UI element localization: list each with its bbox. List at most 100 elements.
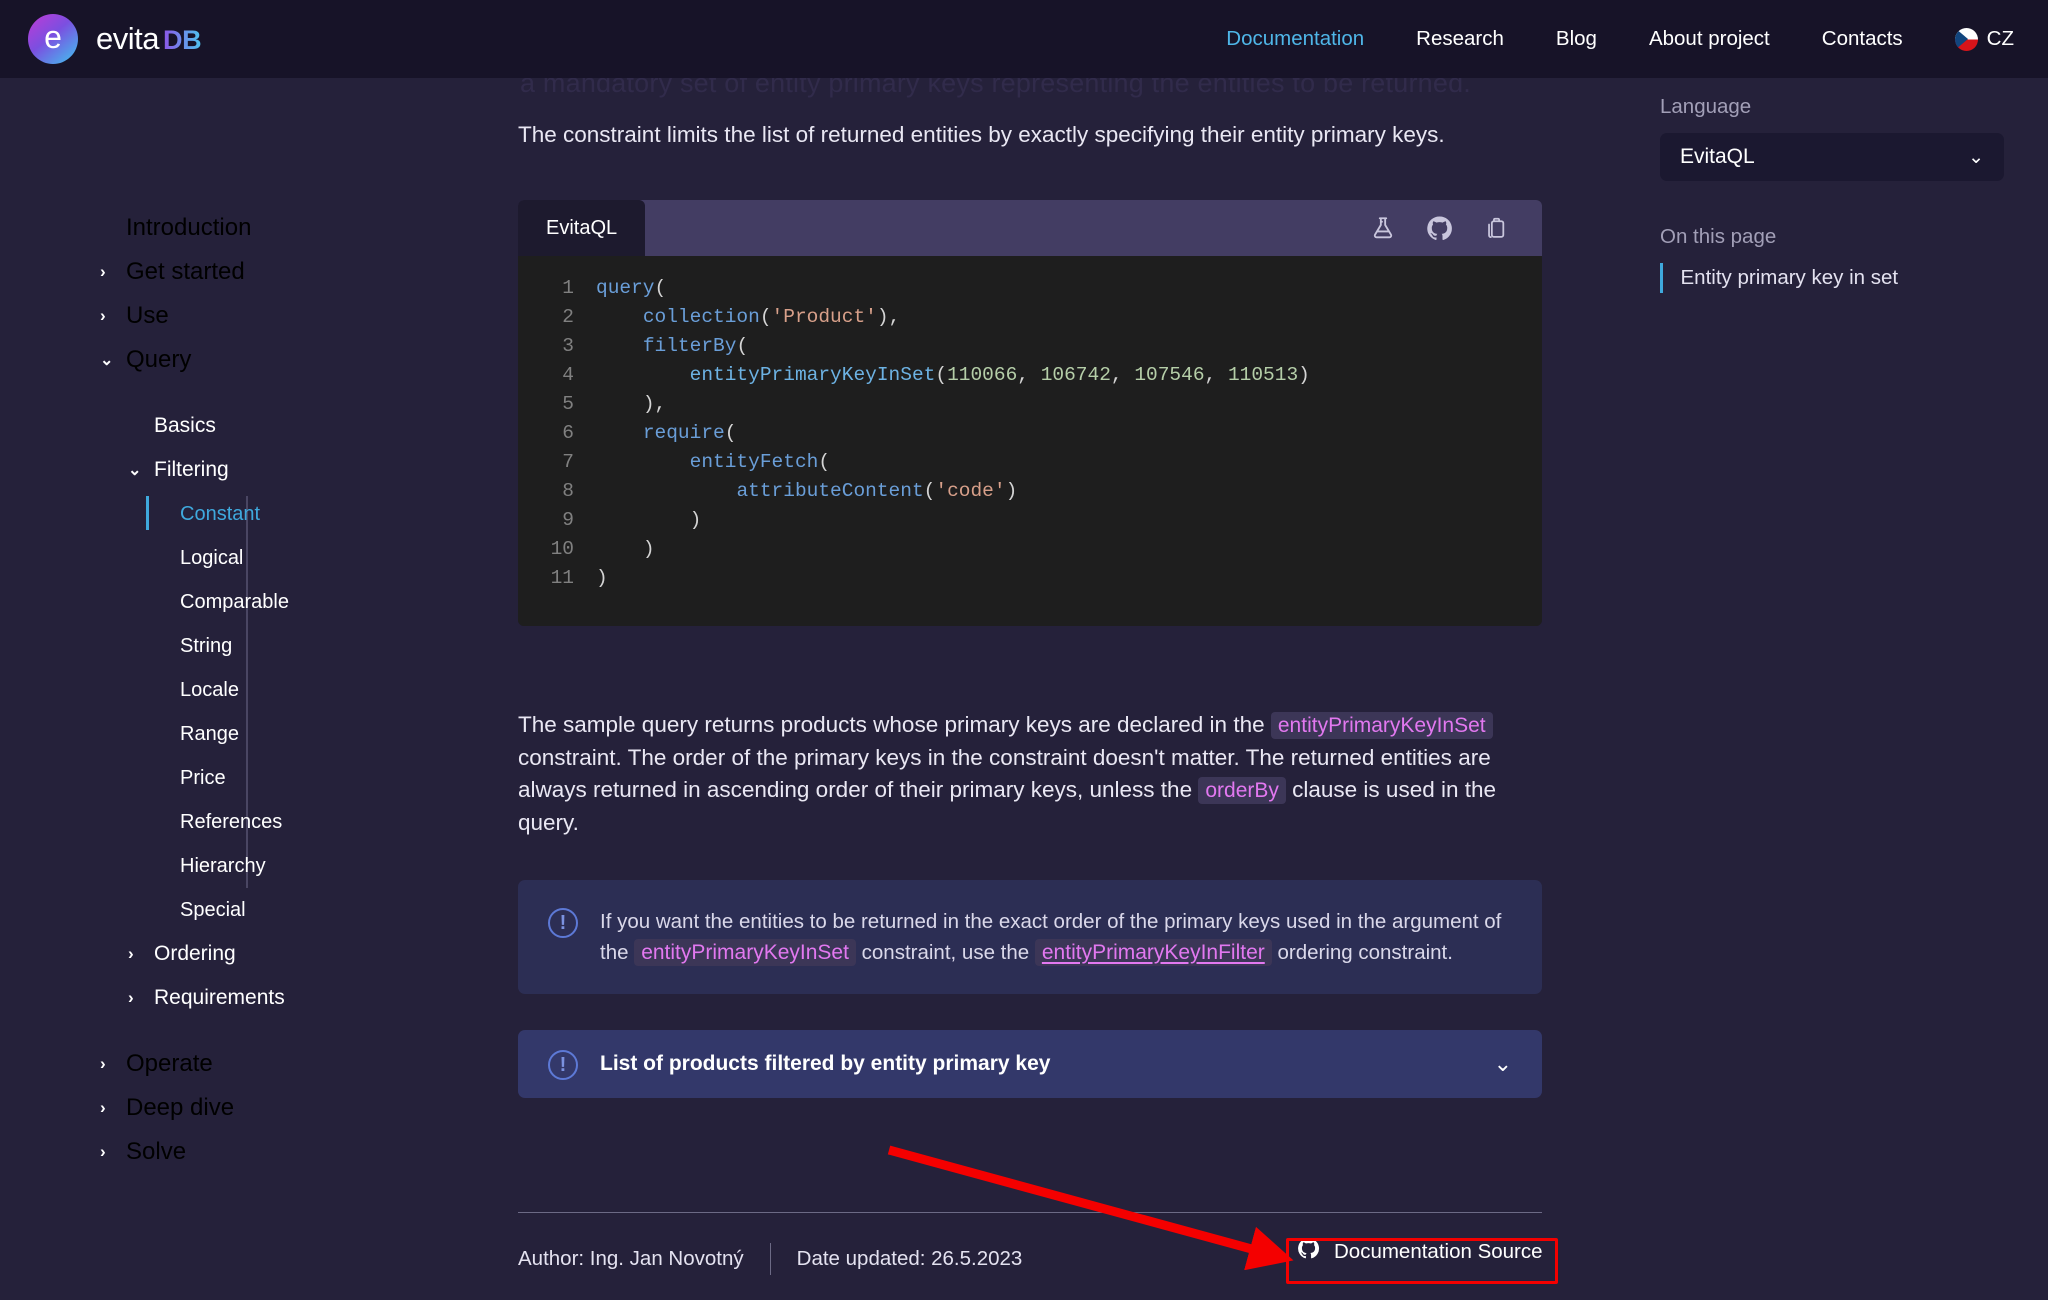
nav-link-documentation[interactable]: Documentation	[1200, 27, 1390, 51]
sidebar-item-locale[interactable]: Locale	[100, 668, 500, 712]
code-block-body[interactable]: 1query( 2 collection('Product'), 3 filte…	[518, 256, 1542, 626]
nav-link-about-project[interactable]: About project	[1623, 27, 1796, 51]
code-line-text: entityFetch(	[596, 448, 830, 477]
language-switcher[interactable]: CZ	[1929, 27, 2014, 51]
sidebar-item-special[interactable]: Special	[100, 888, 500, 932]
code-line-text: ),	[596, 390, 666, 419]
line-number: 4	[518, 361, 596, 390]
sidebar-item-label: Constant	[180, 503, 260, 526]
sidebar-item-constant[interactable]: Constant	[100, 492, 500, 536]
github-icon[interactable]	[1426, 215, 1453, 242]
sidebar-item-requirements[interactable]: › Requirements	[100, 976, 500, 1020]
right-sidebar: Language EvitaQL ⌄ On this page Entity p…	[1660, 95, 2020, 293]
toc-item-entity-primary-key-in-set[interactable]: Entity primary key in set	[1660, 263, 2020, 293]
primary-navigation: Documentation Research Blog About projec…	[1200, 27, 2014, 51]
top-header-bar: e evitaDB Documentation Research Blog Ab…	[0, 0, 2048, 78]
code-line: 5 ),	[518, 390, 1542, 419]
chevron-right-icon[interactable]: ›	[100, 1054, 126, 1074]
documentation-source-label: Documentation Source	[1334, 1240, 1543, 1264]
chevron-right-icon[interactable]: ›	[100, 1098, 126, 1118]
sidebar-item-label: Basics	[154, 414, 216, 438]
language-select[interactable]: EvitaQL ⌄	[1660, 133, 2004, 181]
copy-icon[interactable]	[1483, 216, 1508, 241]
sidebar-item-operate[interactable]: › Operate	[100, 1042, 500, 1086]
language-select-value: EvitaQL	[1680, 145, 1755, 169]
sidebar-item-comparable[interactable]: Comparable	[100, 580, 500, 624]
on-this-page-label: On this page	[1660, 225, 2020, 249]
description-paragraph: The sample query returns products whose …	[518, 709, 1538, 839]
sidebar-item-label: Solve	[126, 1138, 186, 1166]
documentation-source-button[interactable]: Documentation Source	[1297, 1237, 1543, 1266]
sidebar-item-ordering[interactable]: › Ordering	[100, 932, 500, 976]
code-line-text: attributeContent('code')	[596, 477, 1017, 506]
code-line-text: collection('Product'),	[596, 303, 900, 332]
code-block: EvitaQL	[518, 200, 1542, 626]
sidebar-item-label: Filtering	[154, 458, 229, 482]
sidebar-item-label: Get started	[126, 258, 245, 286]
brand-logo-link[interactable]: e evitaDB	[28, 14, 201, 64]
accordion-list-of-products[interactable]: ! List of products filtered by entity pr…	[518, 1030, 1542, 1098]
chevron-down-icon[interactable]: ⌄	[1968, 146, 1984, 169]
sidebar-item-hierarchy[interactable]: Hierarchy	[100, 844, 500, 888]
chevron-right-icon[interactable]: ›	[100, 262, 126, 282]
sidebar-item-string[interactable]: String	[100, 624, 500, 668]
sidebar-item-solve[interactable]: › Solve	[100, 1130, 500, 1174]
sidebar-item-label: References	[180, 811, 282, 834]
info-icon: !	[548, 1050, 578, 1080]
sidebar-item-query[interactable]: ⌄ Query	[100, 338, 500, 382]
code-line-text: )	[596, 564, 608, 593]
info-note: ! If you want the entities to be returne…	[518, 880, 1542, 994]
toc-active-indicator	[1660, 263, 1663, 293]
chevron-down-icon[interactable]: ⌄	[128, 460, 154, 480]
date-updated-label: Date updated: 26.5.2023	[797, 1247, 1023, 1271]
sidebar-item-price[interactable]: Price	[100, 756, 500, 800]
inline-code-order-by: orderBy	[1198, 777, 1286, 804]
chevron-right-icon[interactable]: ›	[100, 1142, 126, 1162]
sidebar-item-label: Hierarchy	[180, 855, 266, 878]
author-label: Author: Ing. Jan Novotný	[518, 1247, 744, 1271]
inline-link-entity-primary-key-in-filter[interactable]: entityPrimaryKeyInFilter	[1035, 939, 1272, 966]
line-number: 11	[518, 564, 596, 593]
sidebar-item-label: Price	[180, 767, 226, 790]
sidebar-spacer	[100, 382, 500, 404]
line-number: 3	[518, 332, 596, 361]
sidebar-item-range[interactable]: Range	[100, 712, 500, 756]
nav-link-blog[interactable]: Blog	[1530, 27, 1623, 51]
sidebar-item-label: Query	[126, 346, 191, 374]
chevron-down-icon[interactable]: ⌄	[100, 350, 126, 370]
czech-flag-icon	[1955, 28, 1978, 51]
note-part-2: constraint, use the	[862, 941, 1030, 964]
nav-link-research[interactable]: Research	[1390, 27, 1530, 51]
sidebar-item-label: Requirements	[154, 986, 285, 1010]
sidebar-item-use[interactable]: › Use	[100, 294, 500, 338]
sidebar-item-basics[interactable]: › Basics	[100, 404, 500, 448]
chevron-right-icon[interactable]: ›	[128, 988, 154, 1008]
line-number: 9	[518, 506, 596, 535]
evitadb-logo-icon: e	[28, 14, 78, 64]
sidebar-item-logical[interactable]: Logical	[100, 536, 500, 580]
brand-name-text: evita	[96, 21, 159, 56]
code-block-tab-evitaql[interactable]: EvitaQL	[518, 200, 645, 256]
sidebar-item-label: Ordering	[154, 942, 236, 966]
info-note-text: If you want the entities to be returned …	[600, 906, 1512, 968]
page-root: e evitaDB Documentation Research Blog Ab…	[0, 0, 2048, 1300]
github-icon	[1297, 1237, 1320, 1266]
sidebar-item-introduction[interactable]: › Introduction	[100, 206, 500, 250]
chevron-right-icon[interactable]: ›	[128, 944, 154, 964]
description-part-1: The sample query returns products whose …	[518, 712, 1265, 737]
code-line: 8 attributeContent('code')	[518, 477, 1542, 506]
line-number: 8	[518, 477, 596, 506]
sidebar-item-references[interactable]: References	[100, 800, 500, 844]
flask-icon[interactable]	[1370, 215, 1396, 241]
chevron-down-icon[interactable]: ⌄	[1494, 1051, 1512, 1077]
sidebar-item-label: Operate	[126, 1050, 213, 1078]
code-line: 9 )	[518, 506, 1542, 535]
sidebar-item-deep-dive[interactable]: › Deep dive	[100, 1086, 500, 1130]
chevron-right-icon[interactable]: ›	[100, 306, 126, 326]
code-line: 10 )	[518, 535, 1542, 564]
sidebar-item-filtering[interactable]: ⌄ Filtering	[100, 448, 500, 492]
nav-link-contacts[interactable]: Contacts	[1796, 27, 1929, 51]
sidebar-spacer	[100, 1020, 500, 1042]
sidebar-item-get-started[interactable]: › Get started	[100, 250, 500, 294]
sidebar-filtering-children: Constant Logical Comparable String Local…	[100, 492, 500, 932]
